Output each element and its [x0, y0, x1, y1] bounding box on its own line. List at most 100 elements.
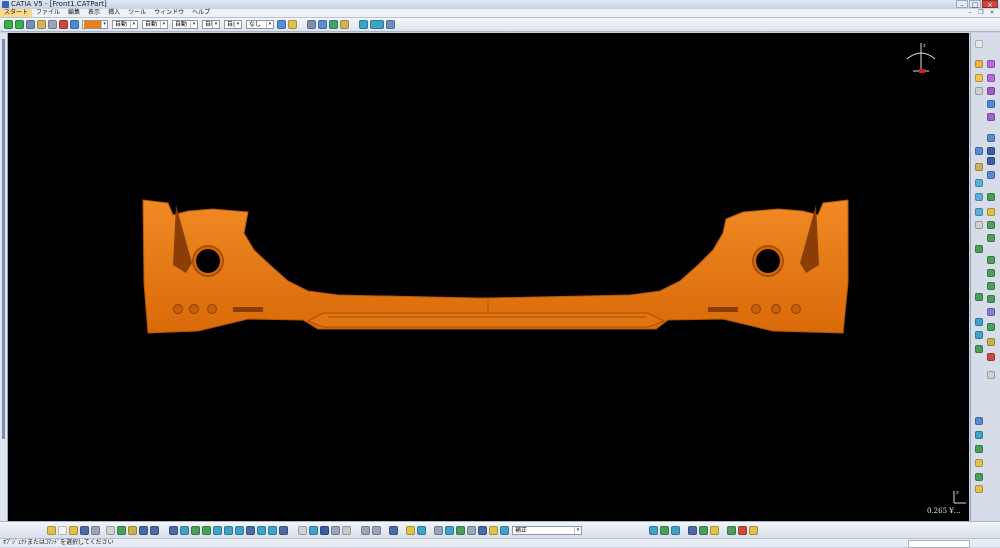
analysis-bar-icon[interactable] [361, 525, 370, 535]
fx-icon[interactable] [298, 525, 307, 535]
healing-icon[interactable] [987, 338, 995, 346]
knowledge-icon[interactable] [975, 417, 983, 425]
new-icon[interactable] [47, 525, 56, 535]
axis-icon[interactable] [975, 87, 983, 95]
minimize-button[interactable]: – [956, 0, 968, 9]
translate-icon[interactable] [987, 282, 995, 290]
render-style-combo[interactable]: なし ▾ [246, 20, 274, 29]
copy-icon[interactable] [117, 525, 126, 535]
properties-icon[interactable] [70, 20, 79, 29]
menu-start[interactable]: スタート [0, 9, 33, 17]
dress-up-icon[interactable] [467, 525, 476, 535]
formula-icon[interactable] [975, 431, 983, 439]
rotate-view-icon[interactable] [202, 525, 211, 535]
material-icon[interactable] [417, 525, 426, 535]
fillet-icon[interactable] [987, 134, 995, 142]
spline-icon[interactable] [975, 163, 983, 171]
painter-icon[interactable] [277, 20, 286, 29]
line-icon[interactable] [975, 147, 983, 155]
spec-tree-icon[interactable] [649, 525, 658, 535]
annotation-icon[interactable] [489, 525, 498, 535]
sphere-icon[interactable] [975, 208, 983, 216]
fit-all-icon[interactable] [180, 525, 189, 535]
disassemble-icon[interactable] [987, 353, 995, 361]
catalog-icon[interactable] [331, 525, 340, 535]
save-icon[interactable] [80, 525, 89, 535]
open-icon[interactable] [69, 525, 78, 535]
surface-icon[interactable] [329, 20, 338, 29]
pad-icon[interactable] [987, 60, 995, 68]
video-icon[interactable] [738, 525, 747, 535]
draft-icon[interactable] [987, 157, 995, 165]
menu-help[interactable]: ヘルプ [188, 9, 214, 17]
menu-edit[interactable]: 編集 [64, 9, 84, 17]
blend-icon[interactable] [987, 256, 995, 264]
menu-view[interactable]: 表示 [84, 9, 104, 17]
sketch-icon[interactable] [386, 20, 395, 29]
trim-icon[interactable] [987, 221, 995, 229]
circle-icon[interactable] [975, 221, 983, 229]
pencil-icon[interactable] [37, 20, 46, 29]
sun-icon[interactable] [406, 525, 415, 535]
pocket-icon[interactable] [987, 74, 995, 82]
macro-icon[interactable] [342, 525, 351, 535]
doc-minimize-button[interactable]: – [966, 9, 974, 16]
layer-combo[interactable]: 自由 ▾ [224, 20, 242, 29]
highlight-icon[interactable] [288, 20, 297, 29]
pan-view-icon[interactable] [191, 525, 200, 535]
point-type-combo[interactable]: 自動 ▾ [202, 20, 220, 29]
catia-app-icon[interactable] [2, 1, 9, 8]
zoom-out-icon[interactable] [224, 525, 233, 535]
fly-icon[interactable] [169, 525, 178, 535]
move-icon[interactable] [4, 20, 13, 29]
check-icon[interactable] [975, 473, 983, 481]
graph-icon[interactable] [59, 20, 68, 29]
scale-icon[interactable] [987, 295, 995, 303]
simulation-icon[interactable] [727, 525, 736, 535]
clipping-icon[interactable] [434, 525, 443, 535]
reference-icon[interactable] [500, 525, 509, 535]
curve-icon[interactable] [318, 20, 327, 29]
section-icon[interactable] [456, 525, 465, 535]
swap-space-icon[interactable] [279, 525, 288, 535]
pan-icon[interactable] [15, 20, 24, 29]
render-icon[interactable] [710, 525, 719, 535]
rotate-icon[interactable] [26, 20, 35, 29]
law-icon[interactable] [975, 445, 983, 453]
menu-tools[interactable]: ツール [124, 9, 150, 17]
compass-icon[interactable]: z [901, 39, 941, 79]
line-type-combo[interactable]: 自動 ▾ [172, 20, 198, 29]
paste-icon[interactable] [128, 525, 137, 535]
transparency-combo[interactable]: 自動 ▾ [112, 20, 138, 29]
environment-icon[interactable] [699, 525, 708, 535]
sweep-icon[interactable] [340, 20, 349, 29]
measure-between-icon[interactable] [372, 525, 381, 535]
offset-icon[interactable] [987, 193, 995, 201]
3d-viewport[interactable]: z 0.265 ¥... z [8, 33, 969, 521]
doc-restore-button[interactable]: ❐ [977, 9, 985, 16]
intersect-icon[interactable] [975, 331, 983, 339]
chamfer-icon[interactable] [987, 147, 995, 155]
measure-icon[interactable] [48, 20, 57, 29]
reaction-icon[interactable] [975, 485, 983, 493]
undo-icon[interactable] [139, 525, 148, 535]
menu-window[interactable]: ウィンドウ [150, 9, 188, 17]
scene-icon[interactable] [445, 525, 454, 535]
parameters-icon[interactable] [671, 525, 680, 535]
sketcher-icon[interactable] [975, 60, 983, 68]
hole-icon[interactable] [987, 100, 995, 108]
color-picker[interactable]: ▾ [82, 20, 108, 29]
iso-view-icon[interactable] [246, 525, 255, 535]
fill-icon[interactable] [975, 245, 983, 253]
maximize-button[interactable]: □ [969, 0, 981, 9]
revolve-icon[interactable] [975, 193, 983, 201]
rule-icon[interactable] [975, 459, 983, 467]
thickness-icon[interactable] [987, 323, 995, 331]
normal-view-icon[interactable] [235, 525, 244, 535]
close-button[interactable]: × [982, 0, 998, 9]
camera-icon[interactable] [389, 525, 398, 535]
shaft-icon[interactable] [987, 87, 995, 95]
menu-file[interactable]: ファイル [32, 9, 64, 17]
update-icon[interactable] [370, 20, 384, 29]
plane-icon[interactable] [975, 74, 983, 82]
